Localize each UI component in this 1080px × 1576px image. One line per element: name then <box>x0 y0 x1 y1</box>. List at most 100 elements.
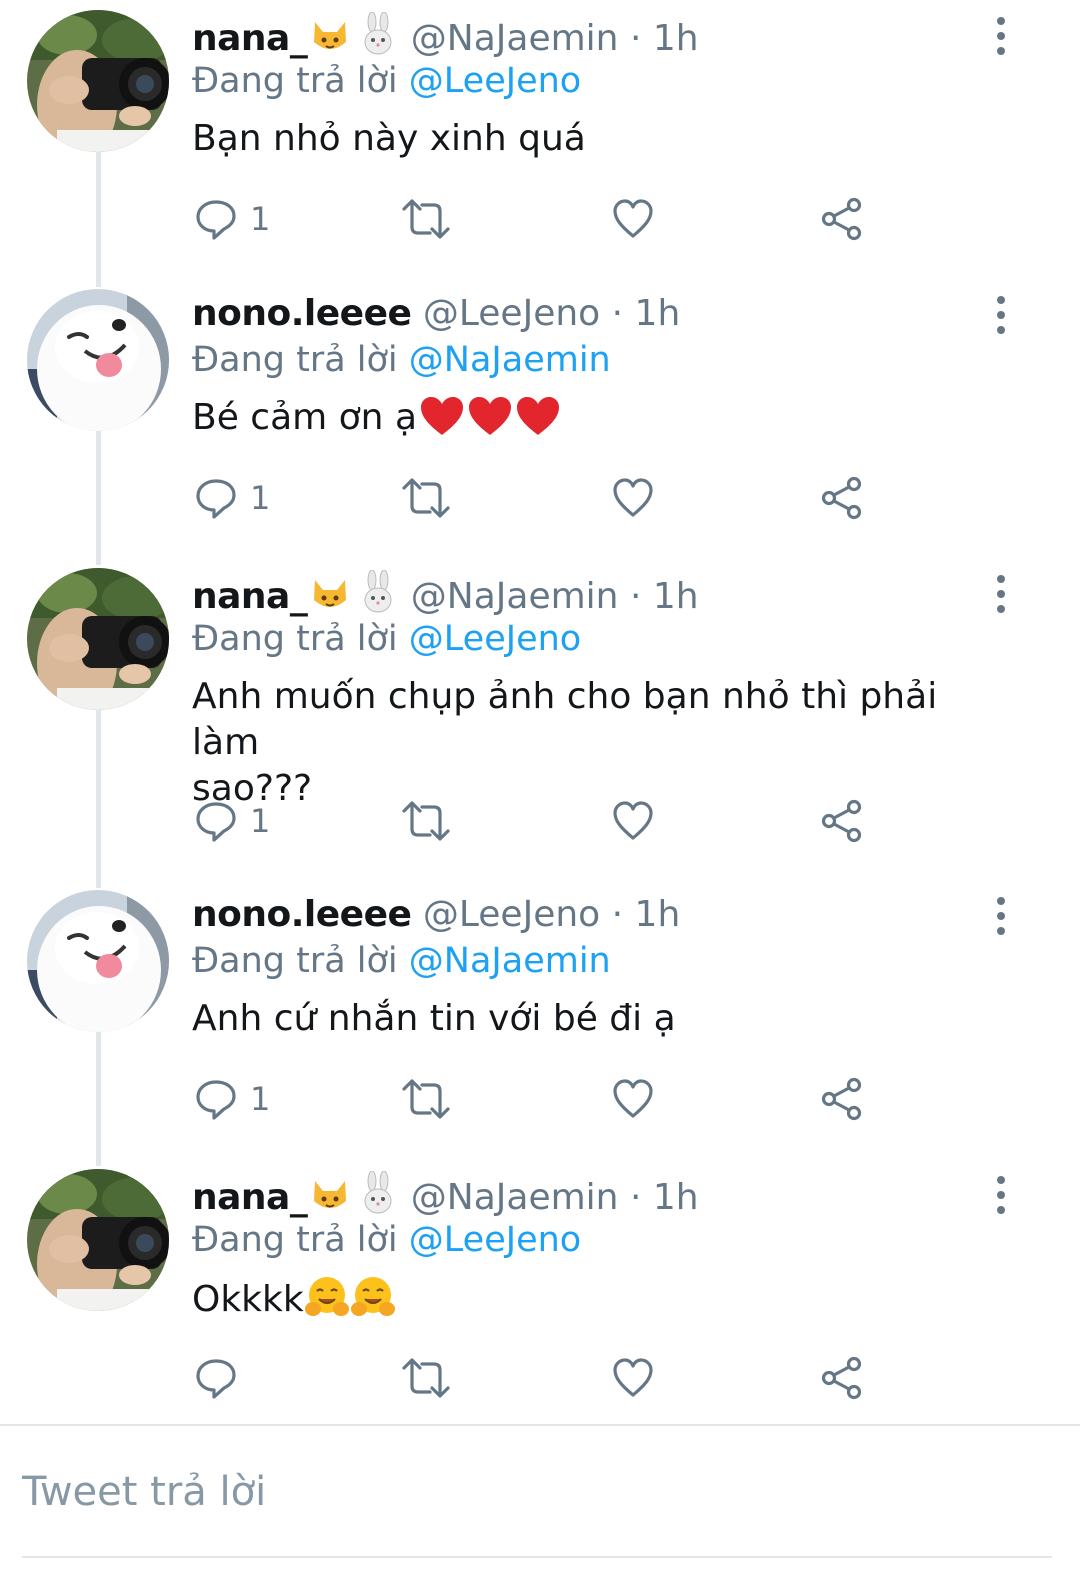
compose-divider <box>0 1424 1080 1426</box>
tweet[interactable]: nono.leeee @LeeJeno · 1h Đang trả lời @N… <box>0 279 1080 549</box>
reply-button[interactable]: 1 <box>194 1074 270 1124</box>
like-button[interactable] <box>611 1353 655 1403</box>
replying-to-handle[interactable]: @LeeJeno <box>409 1220 581 1260</box>
hugging-face-emoji <box>304 1275 350 1331</box>
more-vertical-icon <box>997 1176 1005 1214</box>
separator-dot: · <box>611 894 624 935</box>
like-button[interactable] <box>611 796 655 846</box>
more-vertical-icon <box>997 575 1005 613</box>
tweet[interactable]: nana_ @NaJaemin · 1h Đang trả lời @LeeJe… <box>0 1159 1080 1424</box>
more-options-button[interactable] <box>986 295 1016 335</box>
tweet-actions: 1 <box>0 1074 1080 1124</box>
retweet-button[interactable] <box>400 1074 452 1124</box>
heart-icon <box>613 199 653 238</box>
tweet[interactable]: nono.leeee @LeeJeno · 1h Đang trả lời @N… <box>0 880 1080 1150</box>
reply-compose-input[interactable] <box>22 1462 1052 1522</box>
retweet-button[interactable] <box>400 1353 452 1403</box>
share-button[interactable] <box>820 1074 864 1124</box>
replying-to: Đang trả lời @LeeJeno <box>192 58 982 104</box>
more-vertical-icon <box>997 897 1005 935</box>
share-button[interactable] <box>820 194 864 244</box>
reply-icon <box>196 1359 236 1399</box>
reply-thread: nana_ @NaJaemin · 1h Đang trả lời @LeeJe… <box>0 0 1080 1425</box>
tweet[interactable]: nana_ @NaJaemin · 1h Đang trả lời @LeeJe… <box>0 0 1080 270</box>
more-options-button[interactable] <box>986 574 1016 614</box>
tweet-header: nana_ @NaJaemin · 1h <box>192 569 982 617</box>
replying-to-label: Đang trả lời <box>192 340 398 380</box>
replying-to-handle[interactable]: @LeeJeno <box>409 619 581 659</box>
reply-icon <box>196 479 236 519</box>
retweet-button[interactable] <box>400 194 452 244</box>
reply-button[interactable]: 1 <box>194 473 270 523</box>
user-handle[interactable]: @NaJaemin <box>411 576 619 617</box>
avatar-samoyed-dog[interactable] <box>27 289 169 431</box>
heart-icon <box>613 478 653 517</box>
heart-icon <box>613 1358 653 1397</box>
tweet-text: Bạn nhỏ này xinh quá <box>192 118 586 159</box>
tweet-time: 1h <box>634 894 681 935</box>
separator-dot: · <box>629 1177 642 1218</box>
more-options-button[interactable] <box>986 1175 1016 1215</box>
reply-count: 1 <box>250 479 271 517</box>
red-heart-emoji <box>515 395 561 449</box>
retweet-icon <box>402 1079 450 1119</box>
reply-button[interactable]: 1 <box>194 796 270 846</box>
replying-to-label: Đang trả lời <box>192 941 398 981</box>
like-button[interactable] <box>611 473 655 523</box>
tweet-actions: 1 <box>0 796 1080 846</box>
user-handle[interactable]: @LeeJeno <box>423 894 600 935</box>
retweet-button[interactable] <box>400 796 452 846</box>
user-handle[interactable]: @LeeJeno <box>423 293 600 334</box>
more-vertical-icon <box>997 17 1005 55</box>
display-name[interactable]: nono.leeee <box>192 894 412 935</box>
tweet-time: 1h <box>652 18 699 59</box>
tweet-header: nana_ @NaJaemin · 1h <box>192 11 982 59</box>
like-button[interactable] <box>611 194 655 244</box>
reply-button[interactable] <box>194 1353 250 1403</box>
tweet-actions: 1 <box>0 194 1080 244</box>
tweet-text: Anh cứ nhắn tin với bé đi ạ <box>192 998 676 1039</box>
reply-icon <box>196 1080 236 1120</box>
reply-button[interactable]: 1 <box>194 194 270 244</box>
display-name[interactable]: nana_ <box>192 1177 308 1218</box>
display-name[interactable]: nana_ <box>192 18 308 59</box>
share-icon <box>821 1077 862 1121</box>
reply-icon <box>196 200 236 240</box>
tweet-content: nana_ @NaJaemin · 1h Đang trả lời @LeeJe… <box>192 1170 982 1331</box>
share-icon <box>821 476 862 520</box>
tweet-text-content: Okkkk <box>192 1279 304 1320</box>
separator-dot: · <box>629 576 642 617</box>
like-button[interactable] <box>611 1074 655 1124</box>
tweet-text: Bé cảm ơn ạ <box>192 395 982 449</box>
replying-to-handle[interactable]: @NaJaemin <box>409 340 611 380</box>
replying-to-label: Đang trả lời <box>192 619 398 659</box>
retweet-icon <box>402 478 450 518</box>
retweet-button[interactable] <box>400 473 452 523</box>
avatar-samoyed-dog[interactable] <box>27 890 169 1032</box>
tweet-content: nana_ @NaJaemin · 1h Đang trả lời @LeeJe… <box>192 569 982 812</box>
display-name[interactable]: nono.leeee <box>192 293 412 334</box>
reply-icon <box>196 802 236 842</box>
replying-to-handle[interactable]: @NaJaemin <box>409 941 611 981</box>
share-icon <box>821 197 862 241</box>
replying-to-label: Đang trả lời <box>192 1220 398 1260</box>
hugging-face-emoji <box>350 1275 396 1331</box>
display-name[interactable]: nana_ <box>192 576 308 617</box>
separator-dot: · <box>611 293 624 334</box>
share-button[interactable] <box>820 796 864 846</box>
tweet[interactable]: nana_ @NaJaemin · 1h Đang trả lời @LeeJe… <box>0 558 1080 873</box>
more-options-button[interactable] <box>986 896 1016 936</box>
avatar-photographer[interactable] <box>27 1169 169 1311</box>
tweet-actions: 1 <box>0 473 1080 523</box>
avatar-photographer[interactable] <box>27 10 169 152</box>
share-button[interactable] <box>820 473 864 523</box>
avatar-photographer[interactable] <box>27 568 169 710</box>
replying-to: Đang trả lời @LeeJeno <box>192 616 982 662</box>
tweet-content: nono.leeee @LeeJeno · 1h Đang trả lời @N… <box>192 892 982 1042</box>
reply-count: 1 <box>250 1080 271 1118</box>
user-handle[interactable]: @NaJaemin <box>411 18 619 59</box>
more-options-button[interactable] <box>986 16 1016 56</box>
user-handle[interactable]: @NaJaemin <box>411 1177 619 1218</box>
replying-to-handle[interactable]: @LeeJeno <box>409 61 581 101</box>
share-button[interactable] <box>820 1353 864 1403</box>
